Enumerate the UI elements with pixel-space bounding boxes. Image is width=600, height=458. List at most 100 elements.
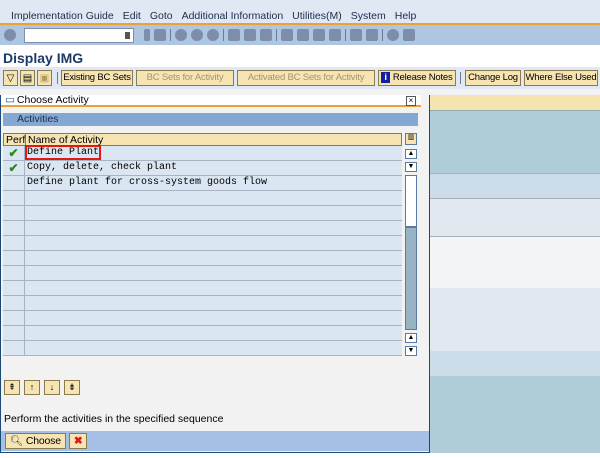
table-row[interactable] <box>3 281 402 296</box>
tree-band <box>430 236 600 288</box>
back-arrow-icon[interactable] <box>144 29 150 41</box>
new-session-icon[interactable] <box>350 29 362 41</box>
activity-name[interactable] <box>25 221 402 235</box>
activity-name[interactable] <box>25 281 402 295</box>
bc-sets-for-activity-button[interactable]: BC Sets for Activity <box>136 70 234 86</box>
documentation-icon[interactable]: ▤ <box>20 70 35 86</box>
column-header-perf[interactable]: Perf <box>4 134 26 146</box>
previous-activity-icon[interactable]: ↑ <box>24 380 40 395</box>
help-icon[interactable] <box>387 29 399 41</box>
scroll-up-button[interactable]: ▲ <box>405 149 417 159</box>
next-activity-icon[interactable]: ↓ <box>44 380 60 395</box>
change-log-button[interactable]: Change Log <box>465 70 521 86</box>
next-page-icon[interactable] <box>313 29 325 41</box>
menu-system[interactable]: System <box>351 10 386 22</box>
standard-toolbar <box>0 25 600 45</box>
find-next-icon[interactable] <box>260 29 272 41</box>
activity-name[interactable] <box>25 341 402 355</box>
table-row[interactable] <box>3 326 402 341</box>
menu-edit[interactable]: Edit <box>123 10 141 22</box>
table-row[interactable] <box>3 311 402 326</box>
application-toolbar: ▽ ▤ ▣ Existing BC Sets BC Sets for Activ… <box>0 67 600 89</box>
separator <box>57 72 58 84</box>
table-row[interactable] <box>3 206 402 221</box>
save-icon[interactable] <box>154 29 166 41</box>
menu-goto[interactable]: Goto <box>150 10 173 22</box>
print-icon[interactable] <box>228 29 240 41</box>
menu-help[interactable]: Help <box>395 10 417 22</box>
expand-icon[interactable]: ▽ <box>3 70 18 86</box>
page-title: Display IMG <box>0 45 600 67</box>
activity-name[interactable] <box>25 236 402 250</box>
table-row[interactable] <box>3 266 402 281</box>
table-row[interactable] <box>3 236 402 251</box>
find-icon[interactable] <box>244 29 256 41</box>
activity-name[interactable]: Define Plant <box>24 145 402 160</box>
perf-check-icon <box>3 296 25 310</box>
activity-name[interactable] <box>25 296 402 310</box>
first-page-icon[interactable] <box>281 29 293 41</box>
table-scrollbar[interactable]: ▥ ▲ ▼ ▲ ▼ <box>405 133 419 359</box>
perf-check-icon <box>3 191 25 205</box>
cancel-button[interactable]: ✖ <box>68 433 88 449</box>
choose-button[interactable]: 🔍︎ Choose <box>5 433 66 449</box>
where-else-used-button[interactable]: Where Else Used <box>524 70 598 86</box>
menu-implementation-guide[interactable]: Implementation Guide <box>11 10 114 22</box>
table-row[interactable] <box>3 251 402 266</box>
cancel-icon[interactable] <box>207 29 219 41</box>
perf-check-icon: ✔ <box>3 161 25 175</box>
activity-name[interactable]: Define plant for cross-system goods flow <box>25 176 402 190</box>
copy-icon[interactable]: ▣ <box>37 70 52 86</box>
last-activity-icon[interactable]: ⇟ <box>64 380 80 395</box>
shortcut-icon[interactable] <box>366 29 378 41</box>
menu-bar: Implementation Guide Edit Goto Additiona… <box>0 9 600 25</box>
page-down-button[interactable]: ▼ <box>405 346 417 356</box>
activity-name[interactable] <box>25 326 402 340</box>
table-row[interactable]: ✔ Copy, delete, check plant <box>3 161 402 176</box>
activity-name[interactable] <box>25 206 402 220</box>
separator <box>382 29 383 41</box>
exit-icon[interactable] <box>191 29 203 41</box>
activity-name-text[interactable]: Copy, delete, check plant <box>27 162 177 173</box>
activity-name[interactable] <box>25 191 402 205</box>
perf-check-icon <box>3 266 25 280</box>
choose-label: Choose <box>25 435 61 447</box>
previous-page-icon[interactable] <box>297 29 309 41</box>
activity-name-text[interactable]: Define Plant <box>24 145 102 160</box>
scroll-thumb[interactable] <box>405 175 417 227</box>
first-activity-icon[interactable]: ⇞ <box>4 380 20 395</box>
table-row[interactable]: Define plant for cross-system goods flow <box>3 176 402 191</box>
tree-band <box>430 110 600 173</box>
command-field[interactable] <box>24 27 134 43</box>
table-row[interactable] <box>3 341 402 356</box>
activity-name-text[interactable]: Define plant for cross-system goods flow <box>27 177 267 188</box>
column-header-name[interactable]: Name of Activity <box>26 134 401 146</box>
menu-utilities[interactable]: Utilities(M) <box>292 10 342 22</box>
activity-name[interactable] <box>25 266 402 280</box>
menu-additional-information[interactable]: Additional Information <box>182 10 284 22</box>
activity-name[interactable]: Copy, delete, check plant <box>25 161 402 175</box>
enter-icon[interactable] <box>4 29 16 41</box>
last-page-icon[interactable] <box>329 29 341 41</box>
activated-bc-sets-button[interactable]: Activated BC Sets for Activity <box>237 70 375 86</box>
activity-name[interactable] <box>25 311 402 325</box>
column-config-icon[interactable]: ▥ <box>405 133 417 145</box>
scroll-track[interactable] <box>405 227 417 330</box>
scroll-down-button[interactable]: ▼ <box>405 162 417 172</box>
page-up-button[interactable]: ▲ <box>405 333 417 343</box>
activity-name[interactable] <box>25 251 402 265</box>
separator <box>345 29 346 41</box>
perf-check-icon <box>3 311 25 325</box>
existing-bc-sets-button[interactable]: Existing BC Sets <box>61 70 133 86</box>
tree-band <box>430 198 600 236</box>
table-row[interactable]: ✔ Define Plant <box>3 145 402 161</box>
table-row[interactable] <box>3 296 402 311</box>
table-row[interactable] <box>3 221 402 236</box>
release-notes-button[interactable]: i Release Notes <box>378 70 456 86</box>
close-icon[interactable]: × <box>406 96 416 106</box>
table-row[interactable] <box>3 191 402 206</box>
dialog-footer: 🔍︎ Choose ✖ <box>1 431 429 451</box>
back-icon[interactable] <box>175 29 187 41</box>
layout-menu-icon[interactable] <box>403 29 415 41</box>
perf-check-icon <box>3 341 25 355</box>
